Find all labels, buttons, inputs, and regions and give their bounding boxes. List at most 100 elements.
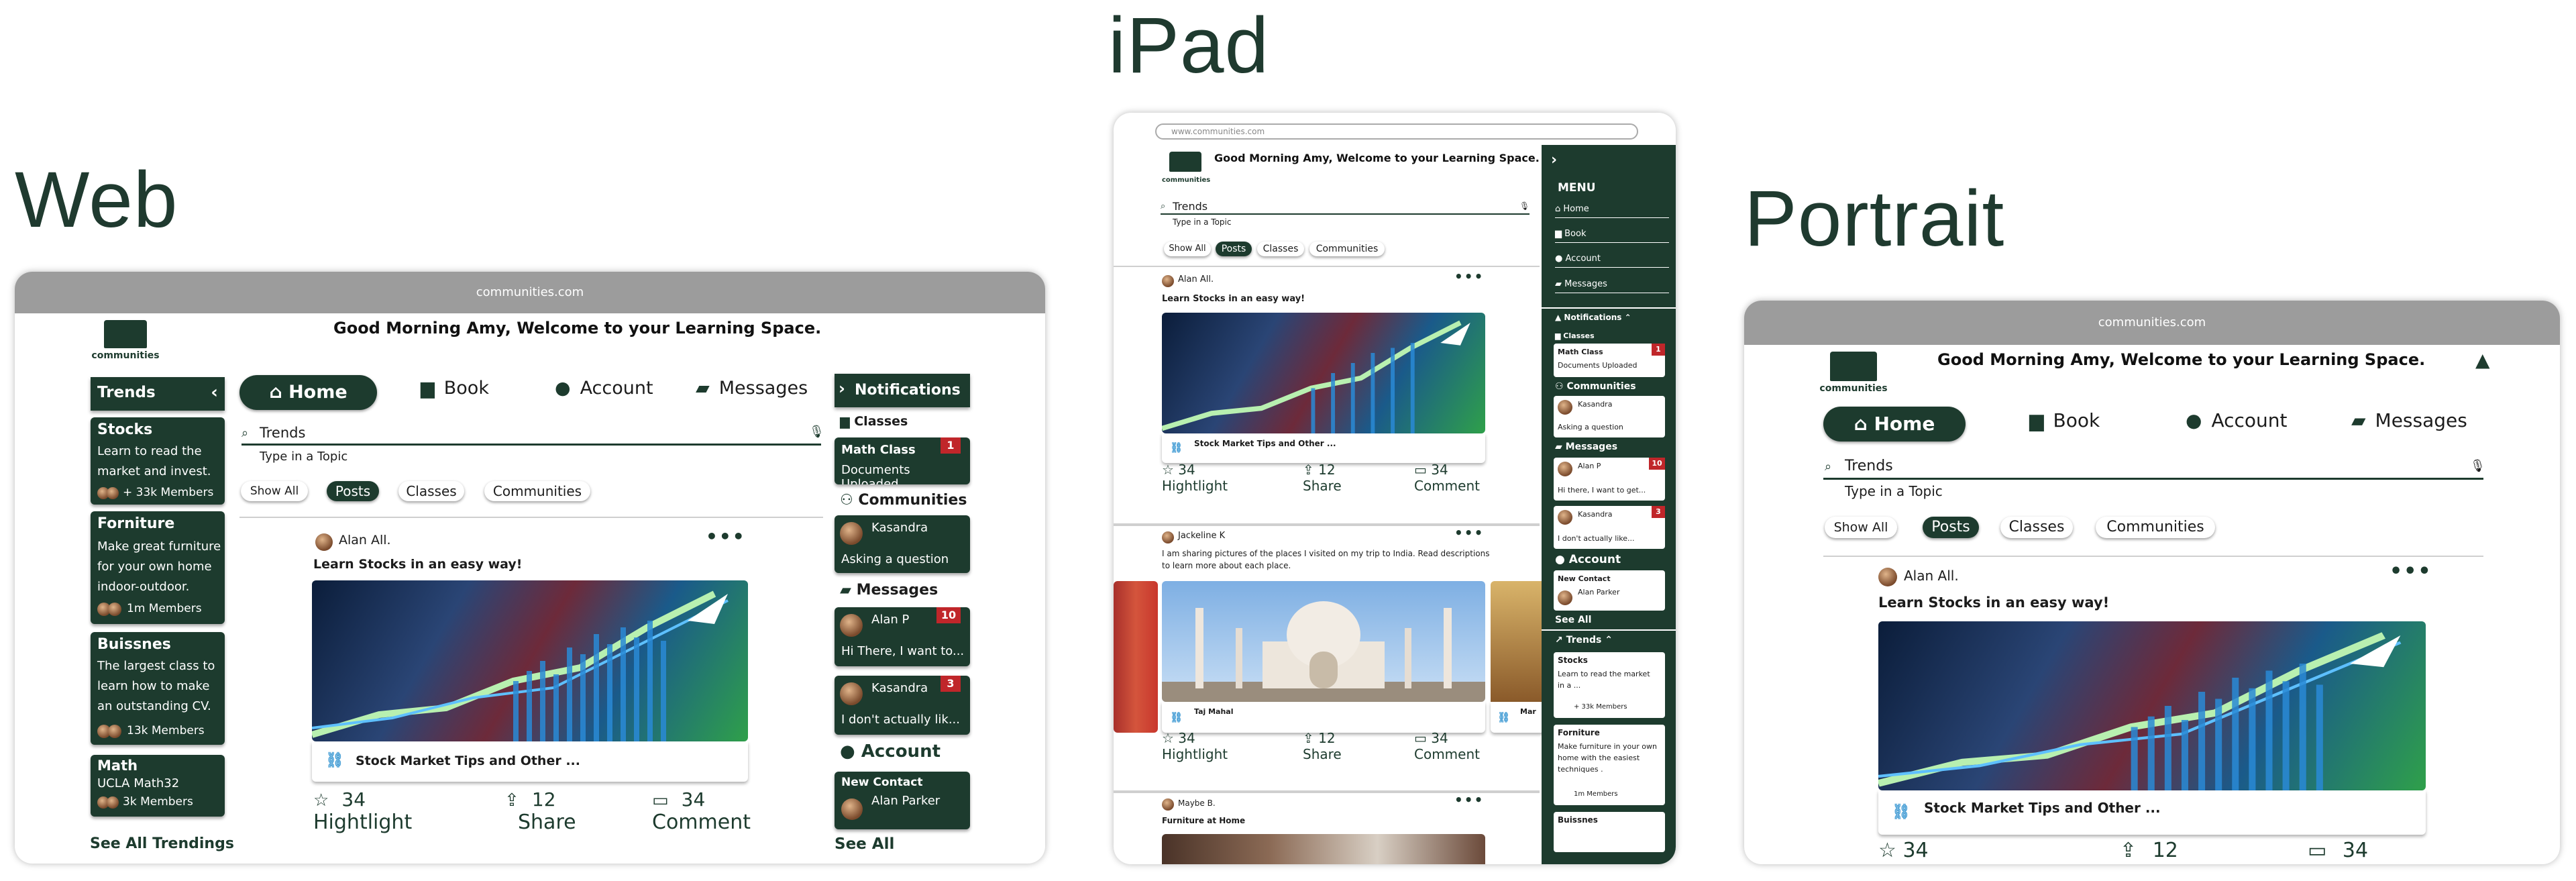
- web-filter-classes[interactable]: Classes: [398, 481, 464, 501]
- more-options-icon[interactable]: •••: [1454, 268, 1484, 284]
- ipad-filter-show-all[interactable]: Show All: [1164, 242, 1211, 256]
- web-trend-card-math[interactable]: Math UCLA Math32 3k Members: [91, 755, 225, 817]
- ipad-menu-see-all[interactable]: See All: [1555, 615, 1591, 625]
- portrait-nav-book[interactable]: ▆ Book: [2029, 409, 2100, 431]
- ipad-menu-trend-buissnes[interactable]: Buissnes: [1554, 812, 1665, 852]
- portrait-nav-account[interactable]: ● Account: [2186, 409, 2288, 431]
- ipad-menu-messages[interactable]: ▰ Messages: [1555, 279, 1669, 293]
- chevron-right-icon[interactable]: ›: [1551, 152, 1557, 168]
- ipad-post2-share[interactable]: ⇪ 12 Share: [1303, 730, 1342, 762]
- portrait-nav-messages[interactable]: ▰ Messages: [2351, 409, 2467, 431]
- mic-icon[interactable]: 🎙: [1519, 201, 1529, 211]
- ipad-post3-image[interactable]: [1162, 834, 1485, 864]
- ipad-menu-new-contact[interactable]: New Contact Alan Parker: [1554, 570, 1665, 611]
- portrait-share-button[interactable]: ⇪ 12: [2120, 839, 2178, 862]
- web-see-all-trendings[interactable]: See All Trendings: [90, 835, 234, 852]
- ipad-post1-image[interactable]: [1162, 313, 1485, 433]
- web-post-image[interactable]: [312, 580, 748, 741]
- ipad-filter-classes[interactable]: Classes: [1257, 242, 1304, 256]
- more-options-icon[interactable]: •••: [2390, 560, 2432, 583]
- ipad-gallery-next-image[interactable]: [1491, 581, 1544, 702]
- portrait-post-author[interactable]: Alan All.: [1904, 568, 1959, 584]
- web-notif-new-contact[interactable]: New Contact Alan Parker: [835, 772, 970, 829]
- ipad-menu-math-class[interactable]: Math Class Documents Uploaded: [1554, 344, 1665, 377]
- portrait-nav-home[interactable]: ⌂ Home: [1823, 407, 1966, 442]
- web-logo[interactable]: communities: [89, 320, 162, 361]
- avatar[interactable]: [1878, 568, 1897, 586]
- web-nav-home[interactable]: ⌂ Home: [239, 375, 377, 410]
- bell-icon[interactable]: ▲: [2475, 349, 2490, 371]
- ipad-post2-author[interactable]: Jackeline K: [1178, 531, 1225, 541]
- web-nav-account[interactable]: ● Account: [555, 378, 653, 399]
- web-trends-header[interactable]: Trends ‹: [91, 377, 225, 411]
- web-nav-book[interactable]: ▆ Book: [421, 378, 489, 399]
- avatar[interactable]: [1162, 798, 1174, 811]
- web-notifications-header[interactable]: › Notifications: [835, 374, 970, 407]
- ipad-menu-community-kasandra[interactable]: Kasandra Asking a question: [1554, 396, 1665, 437]
- web-share-button[interactable]: ⇪ 12 Share: [504, 788, 576, 834]
- web-post-link[interactable]: ⛓ Stock Market Tips and Other ...: [312, 741, 748, 782]
- portrait-filter-communities[interactable]: Communities: [2096, 517, 2215, 538]
- ipad-post1-highlight[interactable]: ☆ 34 Hightlight: [1162, 462, 1228, 494]
- ipad-post1-author[interactable]: Alan All.: [1178, 274, 1214, 284]
- ipad-filter-posts[interactable]: Posts: [1216, 242, 1252, 256]
- more-options-icon[interactable]: •••: [1454, 792, 1484, 808]
- portrait-post-link[interactable]: ⛓ Stock Market Tips and Other ...: [1878, 790, 2426, 835]
- search-icon: ⌕: [1825, 460, 1832, 474]
- ipad-menu-trends-header[interactable]: ↗ Trends ⌃: [1555, 635, 1613, 645]
- web-trend-card-forniture[interactable]: Forniture Make great furniture for your …: [91, 511, 225, 624]
- ipad-post3-author[interactable]: Maybe B.: [1178, 798, 1216, 808]
- web-filter-communities[interactable]: Communities: [484, 481, 590, 501]
- avatar[interactable]: [1162, 531, 1174, 543]
- ipad-menu-message-kasandra[interactable]: Kasandra I don't actually like...: [1554, 506, 1665, 549]
- web-url-bar[interactable]: communities.com: [15, 272, 1045, 313]
- ipad-post2-comment[interactable]: ▭ 34 Comment: [1414, 730, 1480, 762]
- ipad-menu-book[interactable]: ▆ Book: [1555, 229, 1669, 243]
- ipad-menu-trend-stocks[interactable]: Stocks Learn to read the market in a ...…: [1554, 652, 1665, 718]
- web-highlight-button[interactable]: ☆ 34 Hightlight: [313, 788, 412, 834]
- ipad-menu-account[interactable]: ● Account: [1555, 254, 1669, 268]
- web-trend-card-buissnes[interactable]: Buissnes The largest class to learn how …: [91, 632, 225, 745]
- web-post-author[interactable]: Alan All.: [339, 533, 391, 548]
- link-icon: ⛓: [1170, 442, 1183, 454]
- portrait-post-image[interactable]: [1878, 621, 2426, 790]
- ipad-menu-home[interactable]: ⌂ Home: [1555, 204, 1669, 218]
- portrait-logo[interactable]: communities: [1817, 352, 1890, 394]
- ipad-post2-image[interactable]: [1162, 581, 1485, 702]
- ipad-gallery-prev-image[interactable]: [1114, 581, 1158, 733]
- portrait-url-bar[interactable]: communities.com: [1744, 301, 2560, 345]
- ipad-url-bar[interactable]: www.communities.com: [1155, 123, 1638, 140]
- mic-icon[interactable]: 🎙: [2470, 459, 2485, 473]
- ipad-menu-trend-forniture[interactable]: Forniture Make furniture in your own hom…: [1554, 725, 1665, 805]
- portrait-filter-posts[interactable]: Posts: [1923, 517, 1979, 538]
- portrait-comment-button[interactable]: ▭ 34: [2308, 839, 2368, 862]
- more-options-icon[interactable]: •••: [706, 525, 746, 548]
- portrait-filter-show-all[interactable]: Show All: [1825, 517, 1897, 538]
- ipad-gallery-next-link[interactable]: ⛓ Mar: [1491, 702, 1544, 733]
- web-filter-posts[interactable]: Posts: [327, 481, 379, 501]
- chevron-left-icon[interactable]: ‹: [211, 382, 218, 403]
- ipad-post2-highlight[interactable]: ☆ 34 Hightlight: [1162, 730, 1228, 762]
- ipad-search-input[interactable]: Trends: [1173, 200, 1208, 213]
- ipad-post2-link[interactable]: ⛓ Taj Mahal: [1162, 702, 1485, 733]
- web-search-input[interactable]: Trends: [260, 425, 305, 441]
- web-comment-button[interactable]: ▭ 34 Comment: [652, 788, 751, 834]
- web-trend-card-stocks[interactable]: Stocks Learn to read the market and inve…: [91, 417, 225, 505]
- ipad-filter-communities[interactable]: Communities: [1309, 242, 1385, 256]
- portrait-filter-classes[interactable]: Classes: [2000, 517, 2073, 538]
- web-notif-community-kasandra[interactable]: Kasandra Asking a question: [835, 515, 970, 573]
- ipad-post1-comment[interactable]: ▭ 34 Comment: [1414, 462, 1480, 494]
- web-notif-see-all[interactable]: See All: [835, 835, 894, 853]
- more-options-icon[interactable]: •••: [1454, 525, 1484, 541]
- avatar[interactable]: [315, 533, 333, 551]
- web-filter-show-all[interactable]: Show All: [241, 481, 308, 501]
- ipad-post1-link[interactable]: ⛓ Stock Market Tips and Other ...: [1162, 433, 1485, 463]
- ipad-post1-share[interactable]: ⇪ 12 Share: [1303, 462, 1342, 494]
- avatar[interactable]: [1162, 275, 1174, 287]
- ipad-menu-notifications-header[interactable]: ▲ Notifications ⌃: [1555, 313, 1631, 322]
- portrait-highlight-button[interactable]: ☆ 34: [1878, 839, 1929, 862]
- portrait-search-input[interactable]: Trends: [1845, 458, 1893, 474]
- web-nav-messages[interactable]: ▰ Messages: [696, 378, 808, 399]
- mic-icon[interactable]: 🎙: [809, 425, 824, 439]
- ipad-logo[interactable]: communities: [1162, 152, 1210, 185]
